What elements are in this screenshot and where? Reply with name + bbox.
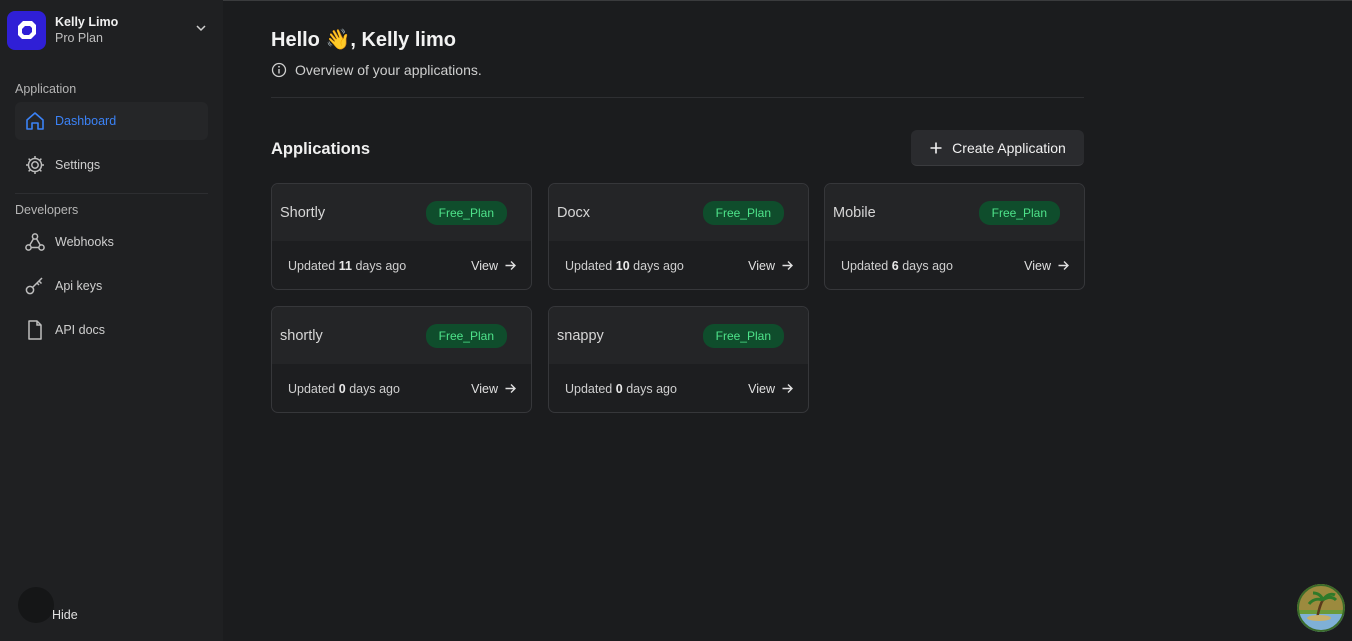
sidebar-item-label: Dashboard (55, 114, 117, 128)
sidebar-divider (15, 193, 208, 194)
section-label-application: Application (15, 82, 77, 96)
plan-badge: Free_Plan (425, 323, 507, 348)
sidebar: Kelly Limo Pro Plan Application Dashboar… (0, 0, 223, 641)
arrow-right-icon (504, 259, 517, 272)
updated-text: Updated 6 days ago (841, 258, 953, 273)
webhook-icon (24, 231, 46, 253)
plan-badge: Free_Plan (978, 200, 1060, 225)
gear-icon (24, 154, 46, 176)
document-icon (24, 319, 46, 341)
application-card[interactable]: Docx Free_Plan Updated 10 days ago View (548, 183, 809, 290)
view-link[interactable]: View (471, 259, 517, 273)
chevron-down-icon (194, 21, 208, 40)
wave-emoji-icon: 👋 (325, 29, 351, 51)
updated-days: 10 (615, 258, 630, 273)
home-icon (24, 110, 46, 132)
sidebar-item-api-keys[interactable]: Api keys (15, 267, 208, 305)
section-label-developers: Developers (15, 203, 79, 217)
create-application-button[interactable]: Create Application (911, 130, 1084, 166)
updated-days: 11 (338, 258, 352, 273)
sidebar-item-label: Settings (55, 158, 101, 172)
arrow-right-icon (781, 259, 794, 272)
greeting-name: , Kelly limo (350, 29, 456, 51)
arrow-right-icon (504, 382, 517, 395)
plan-badge: Free_Plan (425, 200, 507, 225)
application-card[interactable]: Mobile Free_Plan Updated 6 days ago View (824, 183, 1085, 290)
updated-days: 0 (615, 381, 623, 396)
application-card[interactable]: shortly Free_Plan Updated 0 days ago Vie… (271, 306, 532, 413)
arrow-right-icon (781, 382, 794, 395)
sidebar-item-label: Api keys (55, 279, 103, 293)
updated-days: 6 (891, 258, 899, 273)
updated-text: Updated 0 days ago (565, 381, 677, 396)
plan-badge: Free_Plan (702, 200, 784, 225)
updated-text: Updated 10 days ago (565, 258, 684, 273)
app-logo-icon (7, 10, 46, 50)
sidebar-item-webhooks[interactable]: Webhooks (15, 223, 208, 261)
page-subtitle: Overview of your applications. (271, 62, 482, 78)
header-divider (271, 97, 1084, 98)
updated-text: Updated 0 days ago (288, 381, 400, 396)
view-link[interactable]: View (748, 259, 794, 273)
key-icon (24, 275, 46, 297)
sidebar-item-label: API docs (55, 323, 106, 337)
subtitle-text: Overview of your applications. (295, 62, 482, 78)
account-plan: Pro Plan (55, 31, 103, 45)
view-link[interactable]: View (748, 382, 794, 396)
sidebar-item-settings[interactable]: Settings (15, 146, 208, 184)
plan-badge: Free_Plan (702, 323, 784, 348)
info-icon (271, 62, 287, 78)
applications-title: Applications (271, 140, 371, 158)
application-name: Docx (557, 204, 591, 221)
create-application-label: Create Application (952, 139, 1066, 156)
user-avatar[interactable] (1297, 584, 1345, 632)
application-name: Mobile (833, 204, 876, 221)
page-title: Hello 👋, Kelly limo (271, 27, 456, 52)
greeting-prefix: Hello (271, 29, 320, 51)
application-card[interactable]: Shortly Free_Plan Updated 11 days ago Vi… (271, 183, 532, 290)
application-name: shortly (280, 327, 323, 344)
arrow-right-icon (1057, 259, 1070, 272)
updated-days: 0 (338, 381, 346, 396)
hide-label: Hide (52, 608, 78, 622)
application-name: snappy (557, 327, 604, 344)
view-link[interactable]: View (471, 382, 517, 396)
sidebar-item-api-docs[interactable]: API docs (15, 311, 208, 349)
view-link[interactable]: View (1024, 259, 1070, 273)
account-switcher[interactable]: Kelly Limo Pro Plan (7, 10, 215, 50)
sidebar-item-label: Webhooks (55, 235, 114, 249)
hide-toggle-icon (18, 587, 54, 623)
account-name: Kelly Limo (55, 15, 119, 29)
hide-sidebar-button[interactable]: Hide (18, 587, 78, 623)
application-name: Shortly (280, 204, 326, 221)
plus-icon (929, 141, 943, 155)
updated-text: Updated 11 days ago (288, 258, 407, 273)
sidebar-item-dashboard[interactable]: Dashboard (15, 102, 208, 140)
application-card[interactable]: snappy Free_Plan Updated 0 days ago View (548, 306, 809, 413)
